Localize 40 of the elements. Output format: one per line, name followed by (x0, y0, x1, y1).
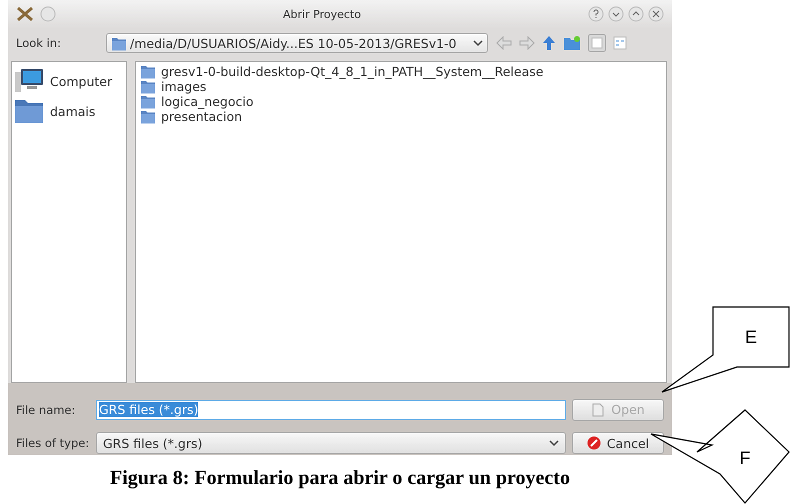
folder-icon (14, 98, 44, 124)
document-icon (591, 402, 606, 417)
computer-icon (14, 68, 44, 94)
pin-icon[interactable] (40, 6, 56, 22)
window-title: Abrir Proyecto (282, 8, 362, 20)
tools-icon (16, 6, 34, 22)
path-dropdown[interactable]: /media/D/USUARIOS/Aidy...ES 10-05-2013/GRESv1-0 (106, 33, 488, 53)
folder-icon (140, 94, 156, 109)
callout-label: F (740, 448, 750, 468)
cancel-button[interactable]: Cancel (572, 432, 664, 454)
new-folder-icon[interactable] (563, 35, 581, 51)
file-item[interactable]: gresv1-0-build-desktop-Qt_4_8_1_in_PATH__System__Release (161, 64, 544, 79)
help-icon[interactable] (588, 6, 604, 22)
chevron-icon (549, 439, 559, 448)
file-name-field[interactable]: GRS files (*.grs) (96, 400, 566, 420)
maximize-icon[interactable] (628, 6, 644, 22)
sidebar-item[interactable]: damais (14, 96, 124, 126)
folder-icon (140, 109, 156, 124)
file-type-label: Files of type: (16, 436, 90, 450)
detail-view-icon[interactable] (588, 34, 606, 52)
file-item[interactable]: images (161, 79, 206, 94)
folder-icon (111, 36, 127, 50)
file-item[interactable]: logica_negocio (161, 94, 254, 109)
look-in-label: Look in: (16, 36, 62, 50)
file-item[interactable]: presentacion (161, 109, 242, 124)
close-icon[interactable] (648, 6, 664, 22)
forward-arrow-icon[interactable] (519, 36, 535, 50)
chevron-icon (473, 39, 483, 47)
folder-icon (140, 64, 156, 79)
folder-icon (140, 79, 156, 94)
up-arrow-icon[interactable] (542, 35, 556, 51)
callout-label: E (745, 327, 757, 347)
sidebar-item[interactable]: Computer (14, 66, 124, 96)
minimize-icon[interactable] (608, 6, 624, 22)
file-name-label: File name: (16, 402, 76, 417)
back-arrow-icon[interactable] (496, 36, 512, 50)
file-type-dropdown[interactable]: GRS files (*.grs) (96, 432, 566, 454)
figure-caption: Figura 8: Formulario para abrir o cargar un proyecto (110, 467, 570, 489)
cancel-icon (586, 436, 601, 450)
list-view-icon[interactable] (613, 36, 627, 50)
